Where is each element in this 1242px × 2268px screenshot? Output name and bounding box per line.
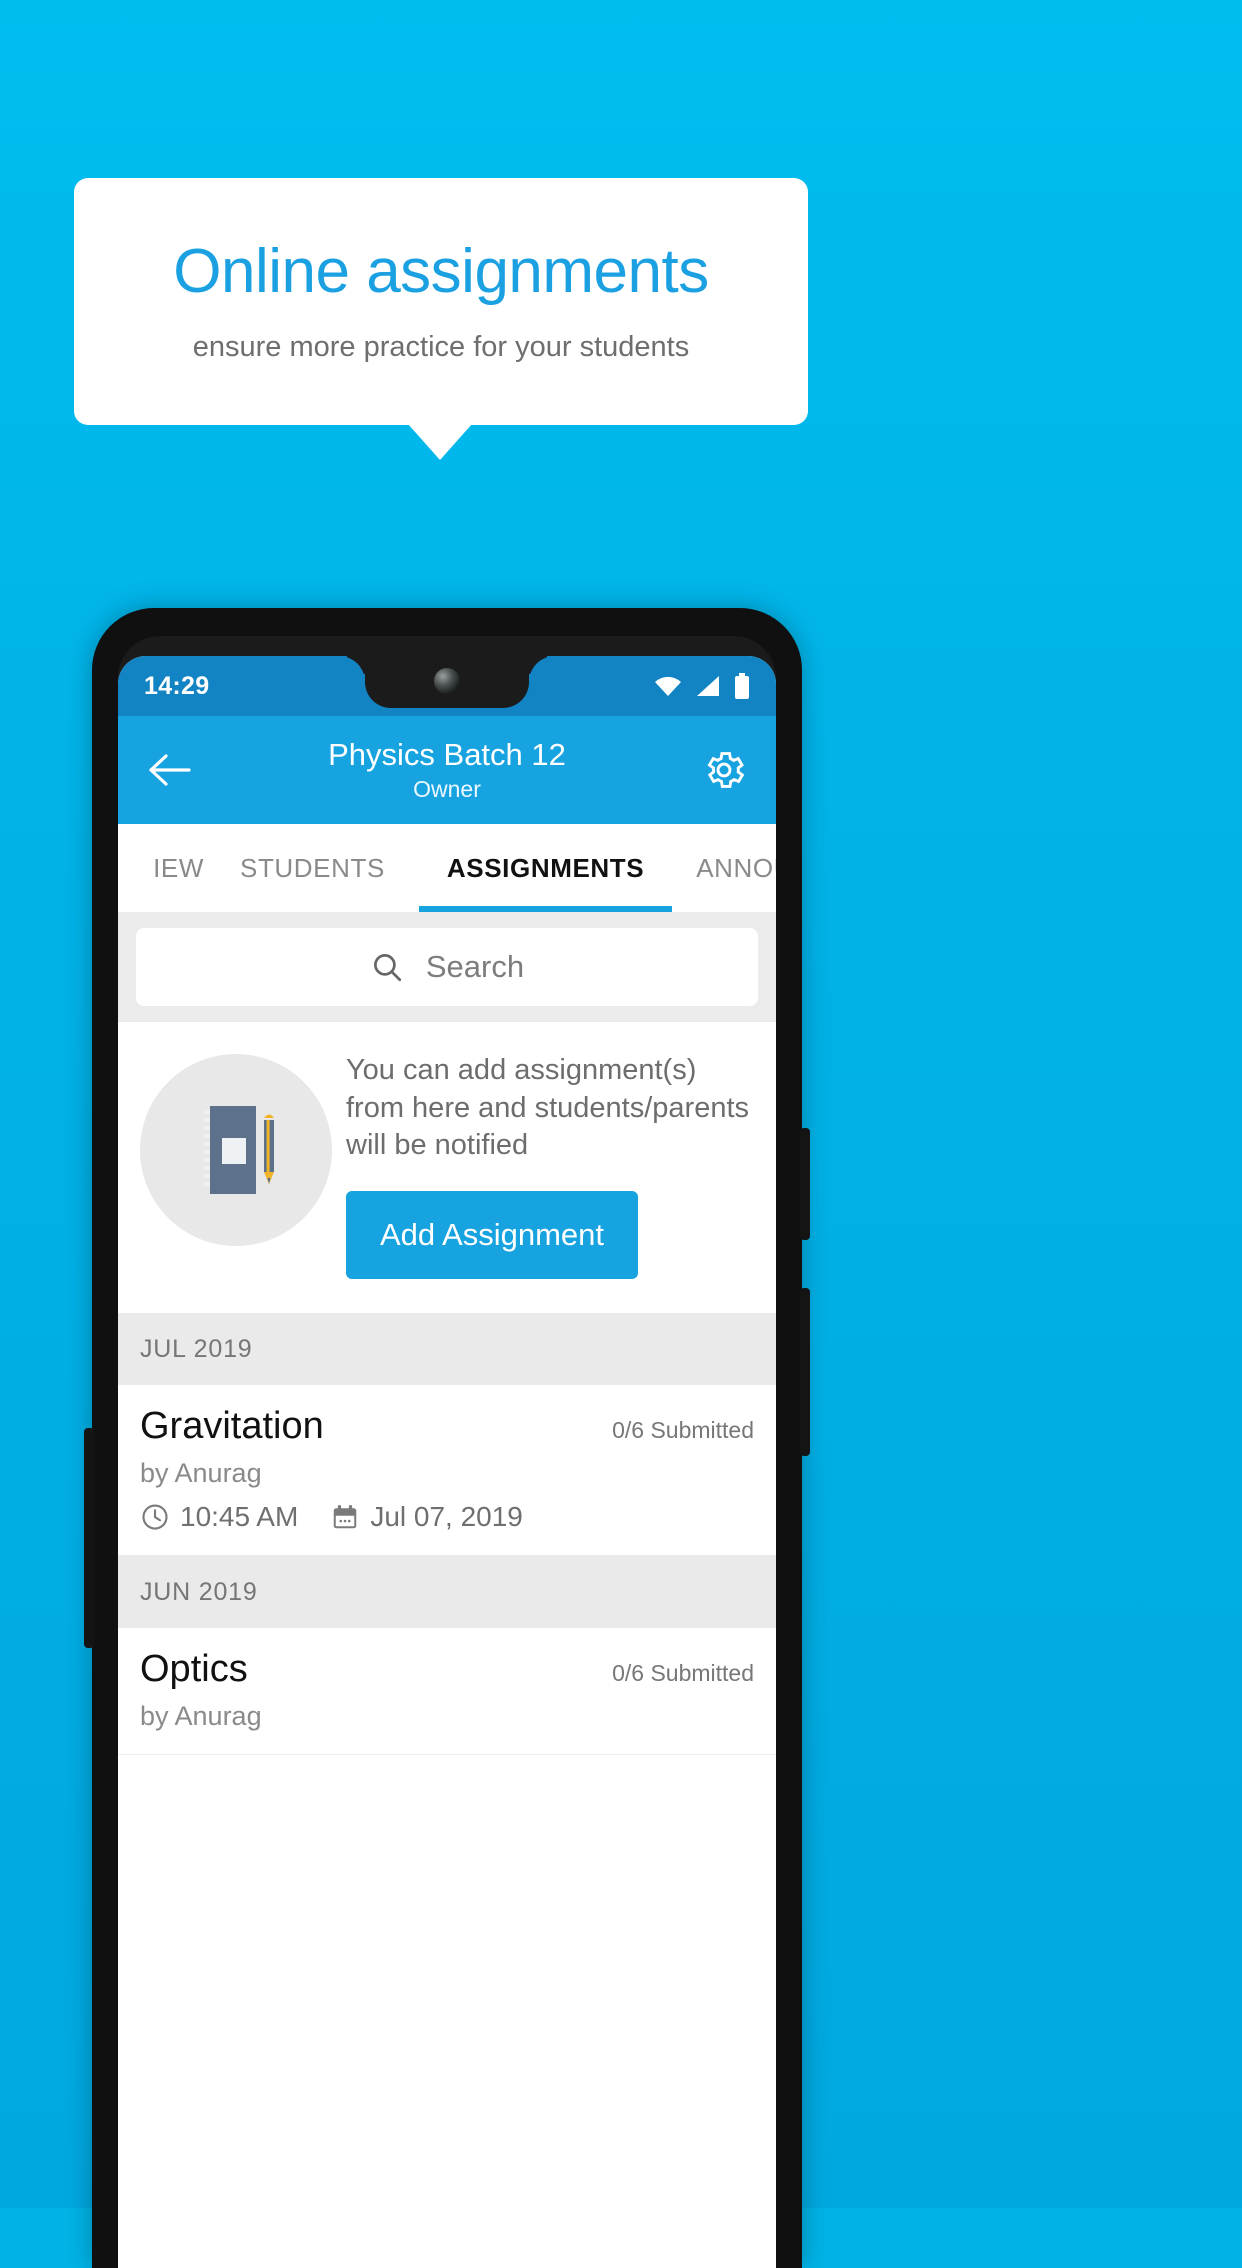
left-side-button[interactable] <box>84 1428 94 1648</box>
page-subtitle: Owner <box>413 775 481 802</box>
assignment-title: Optics <box>140 1648 248 1691</box>
volume-button[interactable] <box>800 1288 810 1456</box>
front-camera-icon <box>434 668 460 694</box>
assignment-header-row: Gravitation 0/6 Submitted <box>140 1405 754 1448</box>
assignment-date: Jul 07, 2019 <box>370 1501 523 1533</box>
add-assignment-button[interactable]: Add Assignment <box>346 1191 639 1280</box>
tab-students[interactable]: STUDENTS <box>206 824 419 912</box>
phone-device: 14:29 Physics Batch 12 Owner IEW STUDENT… <box>84 608 810 2268</box>
gear-icon <box>701 747 747 793</box>
assignment-author: by Anurag <box>140 1701 262 1732</box>
clock-icon <box>140 1502 170 1532</box>
status-badge: 0/6 Submitted <box>612 1417 754 1444</box>
search-band: Search <box>118 912 776 1022</box>
empty-state-message: You can add assignment(s) from here and … <box>346 1054 750 1162</box>
wifi-icon <box>654 675 682 697</box>
status-bar: 14:29 <box>118 656 776 716</box>
table-row[interactable]: Gravitation 0/6 Submitted by Anurag 10:4… <box>118 1385 776 1557</box>
calendar-icon <box>330 1502 360 1532</box>
assignment-author: by Anurag <box>140 1458 262 1489</box>
tab-overview[interactable]: IEW <box>118 824 206 912</box>
phone-bezel: 14:29 Physics Batch 12 Owner IEW STUDENT… <box>118 636 776 2268</box>
search-icon <box>370 950 404 984</box>
assignment-header-row: Optics 0/6 Submitted <box>140 1648 754 1691</box>
month-header-jul: JUL 2019 <box>118 1313 776 1386</box>
assignment-meta: 10:45 AM Jul 07, 2019 <box>140 1501 754 1533</box>
back-button[interactable] <box>144 744 196 796</box>
power-button[interactable] <box>800 1128 810 1240</box>
tab-assignments[interactable]: ASSIGNMENTS <box>418 824 673 912</box>
promo-callout: Online assignments ensure more practice … <box>74 178 808 425</box>
back-arrow-icon <box>149 754 191 786</box>
promo-callout-tail <box>408 424 472 460</box>
app-bar: Physics Batch 12 Owner <box>118 716 776 824</box>
status-badge: 0/6 Submitted <box>612 1660 754 1687</box>
tab-announcements[interactable]: ANNOUNCEM <box>672 824 776 912</box>
empty-state-content: You can add assignment(s) from here and … <box>346 1046 754 1280</box>
settings-button[interactable] <box>698 744 750 796</box>
display-notch <box>365 656 529 708</box>
assignment-title: Gravitation <box>140 1405 324 1448</box>
page-title: Physics Batch 12 <box>328 737 566 773</box>
notebook-and-pen-icon <box>140 1054 332 1246</box>
status-time: 14:29 <box>144 671 210 700</box>
signal-icon <box>695 675 721 697</box>
search-placeholder: Search <box>425 949 525 984</box>
search-input[interactable]: Search <box>136 928 758 1006</box>
empty-state-card: You can add assignment(s) from here and … <box>118 1022 776 1314</box>
phone-screen: 14:29 Physics Batch 12 Owner IEW STUDENT… <box>118 656 776 2268</box>
app-bar-titles: Physics Batch 12 Owner <box>118 737 776 803</box>
month-header-jun: JUN 2019 <box>118 1556 776 1629</box>
assignment-time: 10:45 AM <box>180 1501 299 1533</box>
battery-icon <box>734 673 750 699</box>
promo-title: Online assignments <box>173 237 709 307</box>
table-row[interactable]: Optics 0/6 Submitted by Anurag <box>118 1628 776 1756</box>
tab-bar: IEW STUDENTS ASSIGNMENTS ANNOUNCEM <box>118 824 776 912</box>
promo-subtitle: ensure more practice for your students <box>192 330 690 363</box>
status-icons <box>654 673 750 699</box>
